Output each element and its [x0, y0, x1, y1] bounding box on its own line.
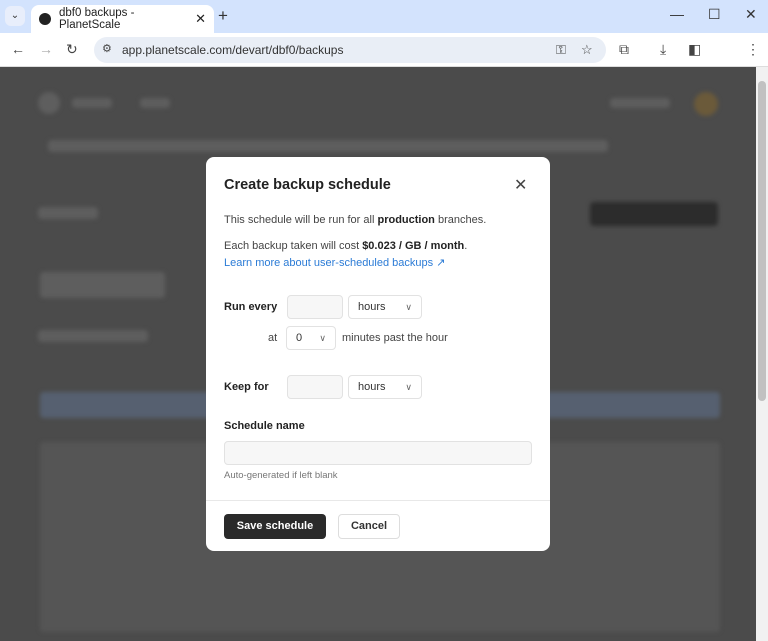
- address-bar[interactable]: ⚙ app.planetscale.com/devart/dbf0/backup…: [94, 37, 606, 63]
- minute-select[interactable]: 0 ∨: [286, 326, 336, 350]
- at-label: at: [268, 332, 278, 344]
- site-info-icon[interactable]: ⚙: [102, 42, 112, 55]
- download-icon[interactable]: ⤓: [660, 41, 666, 58]
- chevron-down-icon: ∨: [405, 382, 412, 392]
- back-icon[interactable]: ←: [11, 41, 25, 57]
- tab-search-button[interactable]: ⌄: [5, 6, 25, 26]
- tab-title: dbf0 backups - PlanetScale: [59, 7, 135, 31]
- schedule-name-input[interactable]: [224, 441, 532, 465]
- learn-more-text[interactable]: Learn more about user-scheduled backups: [224, 257, 433, 269]
- cost-text: Each backup taken will cost: [224, 240, 363, 252]
- close-window-button[interactable]: ✕: [745, 6, 757, 23]
- star-icon[interactable]: ☆: [581, 42, 593, 58]
- cancel-button[interactable]: Cancel: [338, 514, 400, 539]
- keep-for-label: Keep for: [224, 381, 269, 393]
- external-link-icon: ↗: [436, 257, 446, 269]
- learn-more-link[interactable]: Learn more about user-scheduled backups …: [224, 256, 445, 269]
- footer-divider: [206, 500, 550, 501]
- minimize-button[interactable]: —: [670, 6, 684, 22]
- minutes-suffix: minutes past the hour: [342, 332, 448, 344]
- keep-for-unit-value: hours: [358, 381, 386, 393]
- run-every-label: Run every: [224, 301, 278, 313]
- note-text-end: branches.: [434, 214, 487, 226]
- tab-strip: ⌄ dbf0 backups - PlanetScale ✕ + — ☐ ✕: [0, 0, 768, 33]
- close-icon[interactable]: ✕: [514, 175, 527, 195]
- keep-for-input[interactable]: [287, 375, 343, 399]
- extensions-icon[interactable]: ⧉: [619, 41, 629, 58]
- browser-toolbar: ← → ↻ ⚙ app.planetscale.com/devart/dbf0/…: [0, 33, 768, 67]
- url-text: app.planetscale.com/devart/dbf0/backups: [122, 43, 344, 57]
- save-schedule-button[interactable]: Save schedule: [224, 514, 326, 539]
- page-scrollbar[interactable]: [756, 67, 768, 641]
- note-bold: production: [377, 214, 435, 226]
- cost-text-end: .: [464, 240, 468, 252]
- run-every-unit-value: hours: [358, 301, 386, 313]
- cost-value: $0.023 / GB / month: [362, 240, 465, 252]
- keep-for-unit-select[interactable]: hours ∨: [348, 375, 422, 399]
- production-note: This schedule will be run for all produc…: [224, 214, 486, 226]
- maximize-button[interactable]: ☐: [708, 6, 721, 23]
- menu-icon[interactable]: ⋮: [746, 41, 760, 58]
- cost-note: Each backup taken will cost $0.023 / GB …: [224, 240, 467, 252]
- close-tab-icon[interactable]: ✕: [195, 11, 206, 27]
- minute-value: 0: [296, 332, 303, 344]
- forward-icon[interactable]: →: [39, 41, 53, 57]
- planetscale-favicon-icon: [39, 13, 51, 25]
- browser-tab[interactable]: dbf0 backups - PlanetScale ✕: [31, 5, 214, 33]
- reload-icon[interactable]: ↻: [66, 41, 78, 58]
- key-icon[interactable]: ⚿: [556, 42, 566, 58]
- schedule-name-label: Schedule name: [224, 420, 305, 432]
- run-every-input[interactable]: [287, 295, 343, 319]
- side-panel-icon[interactable]: ◧: [688, 41, 701, 58]
- chevron-down-icon: ∨: [319, 333, 326, 343]
- new-tab-button[interactable]: +: [218, 6, 228, 26]
- create-backup-schedule-dialog: Create backup schedule ✕ This schedule w…: [206, 157, 550, 551]
- run-every-unit-select[interactable]: hours ∨: [348, 295, 422, 319]
- note-text: This schedule will be run for all: [224, 214, 378, 226]
- schedule-name-hint: Auto-generated if left blank: [224, 470, 338, 481]
- scrollbar-thumb[interactable]: [758, 81, 766, 401]
- chevron-down-icon: ∨: [405, 302, 412, 312]
- dialog-title: Create backup schedule: [224, 177, 391, 193]
